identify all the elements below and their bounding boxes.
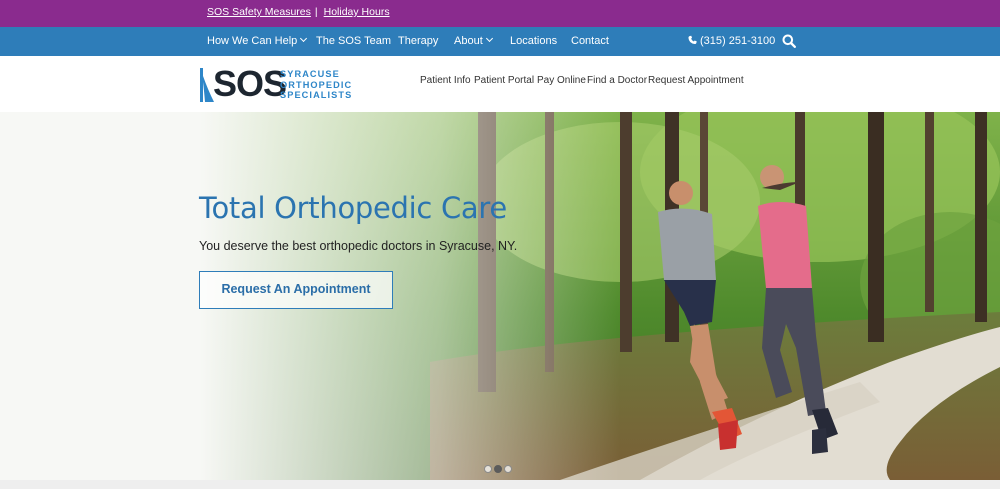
nav-contact[interactable]: Contact [571, 35, 609, 47]
carousel-dot-1[interactable] [484, 465, 492, 473]
chevron-down-icon [485, 34, 493, 43]
phone-number: (315) 251-3100 [700, 35, 776, 47]
hero-title: Total Orthopedic Care [199, 191, 507, 225]
chevron-down-icon [300, 34, 308, 43]
nav-locations[interactable]: Locations [510, 35, 557, 47]
request-appointment-button[interactable]: Request An Appointment [199, 271, 393, 309]
phone-link[interactable]: (315) 251-3100 [688, 35, 775, 47]
utility-separator: | [314, 6, 318, 18]
nav-about-label: About [454, 35, 483, 47]
phone-icon [688, 35, 697, 45]
page-bottom-strip [0, 480, 1000, 489]
nav-how-we-can-help[interactable]: How We Can Help [207, 34, 308, 47]
site-header: SOS SYRACUSE ORTHOPEDIC SPECIALISTS Pati… [0, 56, 1000, 112]
carousel-dot-2[interactable] [494, 465, 502, 473]
hero-background-image [0, 112, 1000, 480]
safety-measures-link[interactable]: SOS Safety Measures [207, 6, 311, 18]
subnav-patient-portal[interactable]: Patient Portal [474, 75, 534, 86]
utility-bar: SOS Safety Measures | Holiday Hours [0, 0, 1000, 27]
subnav-request-appointment[interactable]: Request Appointment [648, 75, 744, 86]
nav-therapy[interactable]: Therapy [398, 35, 438, 47]
logo-subtitle: SYRACUSE ORTHOPEDIC SPECIALISTS [280, 69, 352, 101]
sos-logo[interactable]: SOS SYRACUSE ORTHOPEDIC SPECIALISTS [199, 63, 351, 104]
nav-how-we-can-help-label: How We Can Help [207, 35, 298, 47]
carousel-dot-3[interactable] [504, 465, 512, 473]
utility-links: SOS Safety Measures | Holiday Hours [207, 6, 390, 18]
search-icon[interactable] [782, 34, 796, 48]
carousel-dots [484, 460, 514, 473]
hero-subtitle: You deserve the best orthopedic doctors … [199, 239, 518, 253]
holiday-hours-link[interactable]: Holiday Hours [324, 6, 390, 18]
logo-sub-line: ORTHOPEDIC [280, 79, 353, 90]
logo-wordmark: SOS [213, 63, 287, 104]
logo-sub-line: SPECIALISTS [280, 90, 353, 100]
subnav-find-a-doctor[interactable]: Find a Doctor [587, 75, 647, 86]
subnav-pay-online[interactable]: Pay Online [537, 75, 586, 86]
subnav-patient-info[interactable]: Patient Info [420, 75, 471, 86]
hero-slider: Total Orthopedic Care You deserve the be… [0, 112, 1000, 480]
logo-sub-line: SYRACUSE [280, 69, 340, 79]
main-nav: How We Can Help The SOS Team Therapy Abo… [0, 27, 1000, 56]
nav-about[interactable]: About [454, 34, 493, 47]
nav-the-sos-team[interactable]: The SOS Team [316, 35, 391, 47]
